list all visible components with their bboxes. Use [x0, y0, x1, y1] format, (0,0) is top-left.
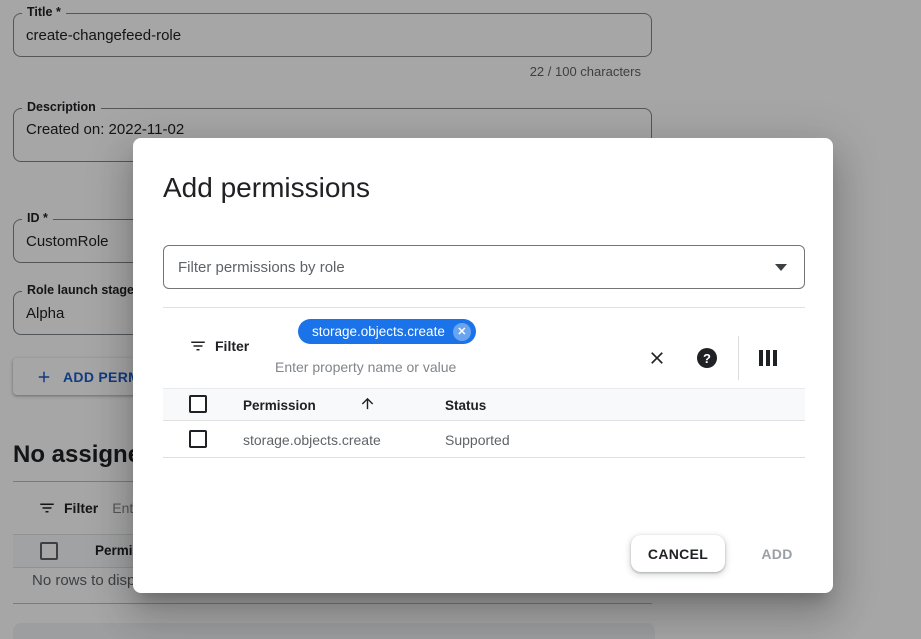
help-button[interactable]: ? [694, 345, 720, 371]
status-column-header[interactable]: Status [445, 398, 486, 413]
toolbar-divider [738, 336, 739, 380]
column-display-button[interactable] [755, 345, 781, 371]
add-button[interactable]: ADD [749, 535, 805, 572]
role-filter-dropdown[interactable]: Filter permissions by role [163, 245, 805, 289]
select-all-checkbox[interactable] [189, 395, 207, 413]
create-role-page: Title * create-changefeed-role 22 / 100 … [0, 0, 921, 639]
row-checkbox[interactable] [189, 430, 207, 448]
close-icon [647, 348, 667, 368]
sort-ascending-icon[interactable] [359, 395, 376, 412]
filter-chip-label: storage.objects.create [312, 324, 445, 339]
filter-control[interactable]: Filter [189, 337, 249, 355]
columns-icon [759, 350, 778, 366]
row-status: Supported [445, 432, 510, 448]
permissions-table-header: Permission Status [163, 388, 805, 421]
chevron-down-icon [775, 264, 787, 271]
help-icon: ? [697, 348, 717, 368]
row-permission: storage.objects.create [243, 432, 381, 448]
filter-icon [189, 337, 207, 355]
table-row[interactable]: storage.objects.create Supported [163, 422, 805, 458]
filter-chip[interactable]: storage.objects.create ✕ [298, 319, 476, 344]
role-filter-placeholder: Filter permissions by role [178, 259, 345, 276]
add-permissions-dialog: Add permissions Filter permissions by ro… [133, 138, 833, 593]
clear-filters-button[interactable] [644, 345, 670, 371]
dialog-actions: CANCEL ADD [631, 535, 805, 572]
filter-input[interactable]: Enter property name or value [275, 359, 456, 375]
filter-label: Filter [215, 338, 249, 354]
permission-column-header[interactable]: Permission [243, 398, 316, 413]
dialog-title: Add permissions [163, 172, 370, 204]
permissions-filter-toolbar: Filter storage.objects.create ✕ Enter pr… [163, 308, 805, 388]
cancel-button[interactable]: CANCEL [631, 535, 725, 572]
chip-remove-icon[interactable]: ✕ [453, 323, 471, 341]
